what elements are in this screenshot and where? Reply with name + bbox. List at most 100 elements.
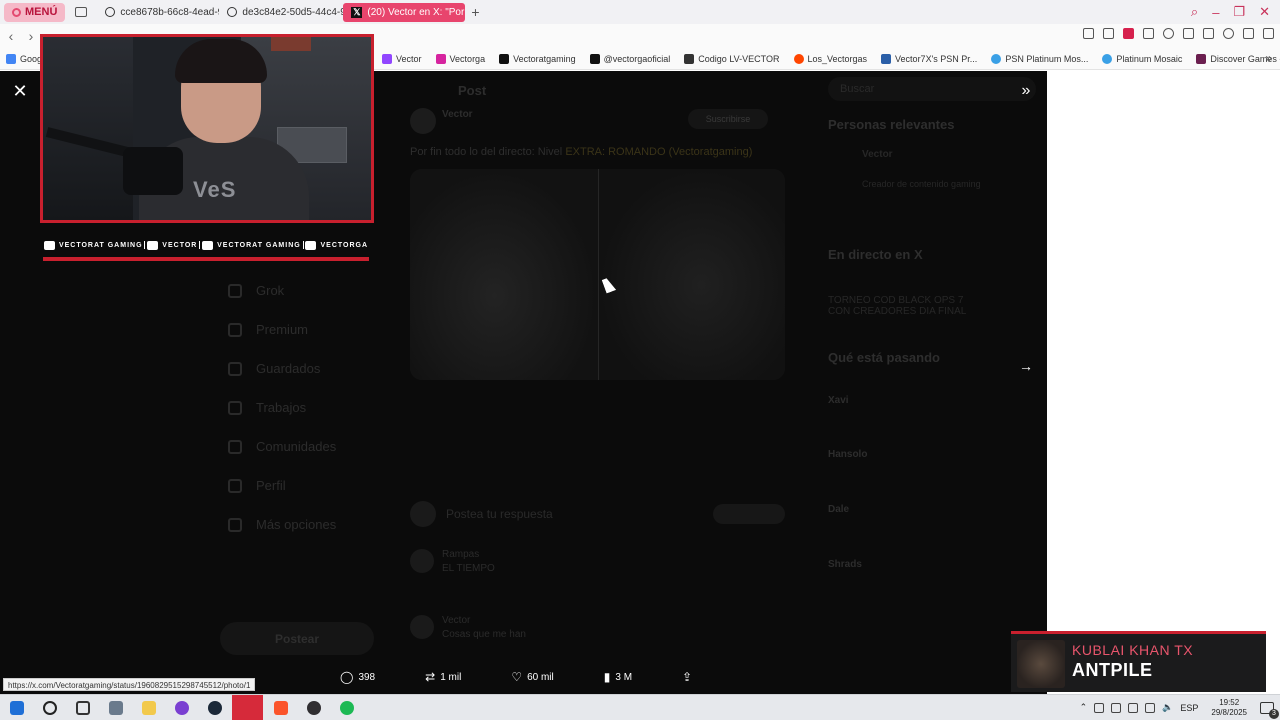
trend-item[interactable]: Shrads bbox=[828, 559, 862, 570]
author-name[interactable]: Vector bbox=[442, 109, 473, 120]
tray-app-icon[interactable] bbox=[1094, 702, 1105, 713]
profile-icon[interactable] bbox=[1223, 28, 1234, 39]
nav-comunidades[interactable]: Comunidades bbox=[228, 427, 388, 466]
start-button[interactable] bbox=[0, 695, 33, 720]
bookmark-psn-platinum[interactable]: PSN Platinum Mos... bbox=[991, 53, 1088, 64]
battery-icon[interactable] bbox=[1145, 702, 1156, 713]
tab-2[interactable]: de3c84e2-50d5-44c4-9 bbox=[219, 3, 343, 22]
search-icon[interactable]: ⌕ bbox=[1191, 4, 1198, 20]
snapshot-icon[interactable] bbox=[1103, 28, 1114, 39]
nav-more[interactable]: Más opciones bbox=[228, 505, 388, 544]
search-input[interactable]: Buscar bbox=[828, 77, 1036, 101]
clock[interactable]: 19:52 29/8/2025 bbox=[1211, 698, 1247, 718]
reply-input[interactable]: Postea tu respuesta bbox=[446, 507, 553, 521]
browser-menu-button[interactable]: MENÚ bbox=[4, 2, 66, 22]
views-button[interactable]: ▮ 3 M bbox=[604, 670, 632, 684]
nav-guardados[interactable]: Guardados bbox=[228, 349, 388, 388]
taskbar-brave[interactable] bbox=[264, 695, 297, 720]
player-icon[interactable] bbox=[1143, 28, 1154, 39]
post-text-body: Por fin todo lo del directo: Nivel bbox=[410, 146, 563, 158]
network-icon[interactable] bbox=[1128, 702, 1139, 713]
next-photo-button[interactable]: → bbox=[1016, 356, 1036, 376]
pin-icon[interactable] bbox=[1083, 28, 1094, 39]
trend-item[interactable]: Xavi bbox=[828, 395, 849, 406]
trend-item[interactable]: Dale bbox=[828, 504, 849, 515]
bookmark-reddit[interactable]: Los_Vectorgas bbox=[793, 53, 867, 64]
volume-icon[interactable]: 🔈 bbox=[1162, 702, 1173, 713]
download-icon[interactable] bbox=[1243, 28, 1254, 39]
tab-active-x[interactable]: 𝕏 (20) Vector en X: "Por fin bbox=[343, 2, 466, 22]
taskbar-opera[interactable] bbox=[165, 695, 198, 720]
taskbar-explorer[interactable] bbox=[132, 695, 165, 720]
nav-grok[interactable]: Grok bbox=[228, 271, 388, 310]
bookmark-codigo[interactable]: Codigo LV-VECTOR bbox=[684, 53, 780, 64]
easy-setup-icon[interactable] bbox=[1263, 28, 1274, 39]
tab-title: de3c84e2-50d5-44c4-9 bbox=[242, 6, 344, 18]
nav-perfil[interactable]: Perfil bbox=[228, 466, 388, 505]
back-button[interactable]: ‹ bbox=[2, 28, 20, 44]
nav-trabajos[interactable]: Trabajos bbox=[228, 388, 388, 427]
live-text[interactable]: TORNEO COD BLACK OPS 7 CON CREADORES DIA… bbox=[828, 295, 988, 317]
notification-icon[interactable]: 3 bbox=[1260, 701, 1279, 719]
trend-item[interactable]: Hansolo bbox=[828, 449, 867, 460]
minimize-button[interactable]: – bbox=[1212, 5, 1219, 20]
bookmark-psn-profile[interactable]: Vector7X's PSN Pr... bbox=[881, 53, 978, 64]
microphone-icon[interactable] bbox=[1111, 702, 1122, 713]
nav-premium[interactable]: Premium bbox=[228, 310, 388, 349]
divider bbox=[302, 241, 304, 249]
avatar[interactable] bbox=[410, 108, 436, 134]
bookmark-label: Vector7X's PSN Pr... bbox=[895, 53, 978, 64]
taskbar-app[interactable] bbox=[99, 695, 132, 720]
restore-button[interactable]: ❐ bbox=[1233, 4, 1245, 20]
post-text-highlight: EXTRA: ROMANDO (Vectoratgaming) bbox=[565, 146, 753, 158]
bookmark-vectorga-instagram[interactable]: Vectorga bbox=[435, 53, 485, 64]
social-instagram: VECTORGA bbox=[305, 240, 368, 250]
close-window-button[interactable]: ✕ bbox=[1259, 4, 1270, 20]
task-view-button[interactable] bbox=[66, 695, 99, 720]
live-title: En directo en X bbox=[828, 247, 923, 262]
taskbar-spotify[interactable] bbox=[330, 695, 363, 720]
post-button[interactable]: Postear bbox=[220, 622, 374, 655]
relevant-name[interactable]: Vector bbox=[862, 149, 893, 160]
bookmark-label: Codigo LV-VECTOR bbox=[698, 53, 780, 64]
subscribe-button[interactable]: Suscribirse bbox=[688, 109, 768, 129]
close-photo-button[interactable]: ✕ bbox=[10, 81, 30, 101]
tray-expand-icon[interactable]: ⌃ bbox=[1080, 702, 1088, 713]
tab-search-icon[interactable] bbox=[75, 7, 88, 17]
tab-1[interactable]: cce8678b-66c8-4ead-9a bbox=[97, 3, 219, 22]
bookmark-google[interactable]: Goog bbox=[6, 53, 42, 64]
post-photo[interactable] bbox=[410, 169, 785, 380]
bookmark-vectoratgaming-x[interactable]: Vectoratgaming bbox=[499, 53, 576, 64]
list-item[interactable]: Vector Cosas que me han bbox=[410, 615, 785, 655]
taskbar-search[interactable] bbox=[33, 695, 66, 720]
bookmark-vector-twitch[interactable]: Vector bbox=[382, 53, 422, 64]
social-youtube: VECTORAT GAMING bbox=[43, 240, 143, 250]
post-header: Post bbox=[458, 83, 487, 98]
reply-count-button[interactable]: ◯ 398 bbox=[340, 670, 375, 684]
collapse-sidebar-button[interactable]: » bbox=[1016, 81, 1036, 101]
now-playing-widget: KUBLAI KHAN TX ANTPILE bbox=[1011, 631, 1266, 692]
bookmarks-more-icon[interactable]: » bbox=[1265, 51, 1272, 65]
taskbar-steam[interactable] bbox=[198, 695, 231, 720]
extension-d-icon[interactable] bbox=[1183, 28, 1194, 39]
language-indicator[interactable]: ESP bbox=[1180, 703, 1198, 713]
repost-button[interactable]: ⇄ 1 mil bbox=[425, 670, 461, 684]
list-item[interactable]: Rampas EL TIEMPO bbox=[410, 549, 785, 589]
bookmark-platinum-mosaic[interactable]: Platinum Mosaic bbox=[1102, 53, 1182, 64]
share-button[interactable]: ⇪ bbox=[682, 670, 692, 684]
heart-icon[interactable] bbox=[1163, 28, 1174, 39]
reply-button[interactable] bbox=[713, 504, 785, 524]
new-tab-button[interactable]: + bbox=[471, 4, 479, 20]
adblock-icon[interactable] bbox=[1123, 28, 1134, 39]
avatar bbox=[410, 549, 434, 573]
extensions-icon[interactable] bbox=[1203, 28, 1214, 39]
windows-taskbar: ⌃ 🔈 ESP 19:52 29/8/2025 3 bbox=[0, 694, 1280, 720]
forward-button[interactable]: › bbox=[22, 28, 40, 44]
tab-title: (20) Vector en X: "Por fin bbox=[367, 6, 465, 18]
like-button[interactable]: ♡ 60 mil bbox=[511, 670, 553, 684]
bookmark-tiktok[interactable]: @vectorgaoficial bbox=[589, 53, 670, 64]
taskbar-active-app[interactable] bbox=[232, 694, 263, 720]
taskbar-obs[interactable] bbox=[297, 695, 330, 720]
reddit-icon bbox=[793, 53, 804, 64]
divider bbox=[199, 241, 201, 249]
